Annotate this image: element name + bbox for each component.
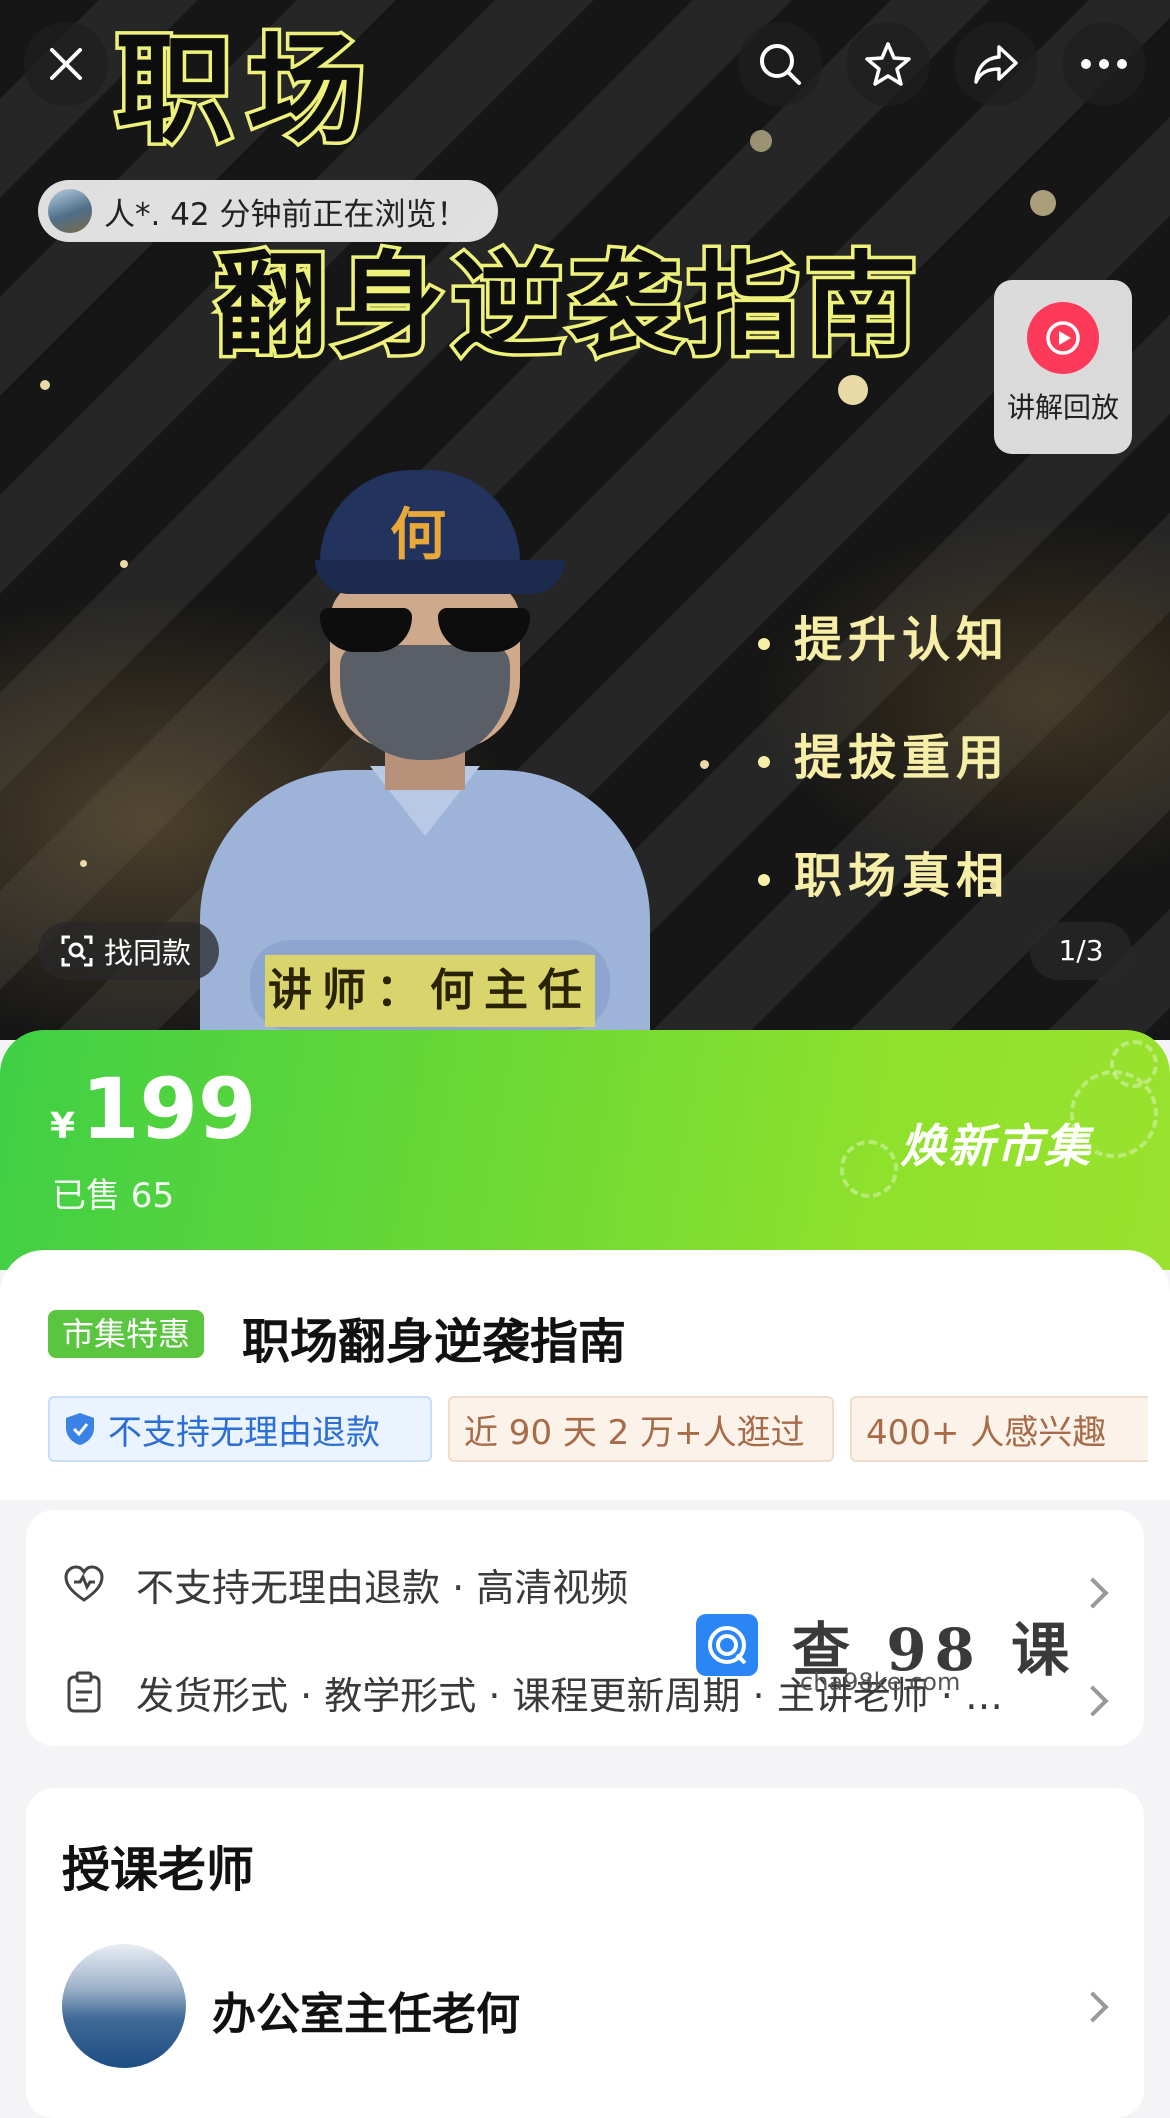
lecturer-caption: 讲师：何主任 bbox=[265, 955, 595, 1027]
image-page-indicator: 1/3 bbox=[1030, 922, 1132, 980]
banner-bullet: 提升认知 bbox=[758, 600, 1010, 718]
visitors-label: 近 90 天 2 万+人逛过 bbox=[464, 1412, 805, 1453]
currency-symbol: ¥ bbox=[50, 1106, 76, 1147]
replay-icon bbox=[1027, 302, 1099, 374]
recent-viewer-text: 人*. 42 分钟前正在浏览！ bbox=[104, 196, 468, 233]
product-info-card bbox=[0, 1250, 1170, 1500]
refund-policy-label: 不支持无理由退款 bbox=[108, 1412, 380, 1453]
scan-icon bbox=[61, 935, 93, 967]
close-button[interactable] bbox=[24, 22, 108, 106]
service-row-text: 不支持无理由退款 · 高清视频 bbox=[136, 1565, 629, 1610]
sparkle bbox=[750, 130, 772, 152]
find-similar-button[interactable]: 找同款 bbox=[38, 922, 220, 980]
close-icon bbox=[50, 48, 82, 80]
sparkle bbox=[700, 760, 709, 769]
recent-viewer-banner: 人*. 42 分钟前正在浏览！ bbox=[38, 180, 498, 242]
teacher-section-title: 授课老师 bbox=[62, 1842, 255, 1898]
more-icon bbox=[1081, 59, 1127, 69]
banner-title-line1: 职场 bbox=[111, 18, 380, 163]
interested-chip: 400+ 人感兴趣 bbox=[850, 1396, 1148, 1462]
teacher-card: 授课老师 办公室主任老何 bbox=[26, 1788, 1144, 2118]
share-icon bbox=[974, 45, 1018, 84]
banner-bullet-list: 提升认知 提拔重用 职场真相 bbox=[758, 600, 1010, 954]
sold-count: 已售 65 bbox=[52, 1176, 175, 1216]
service-row[interactable]: 不支持无理由退款 · 高清视频 bbox=[62, 1554, 628, 1614]
chevron-right-icon bbox=[1077, 1991, 1109, 2023]
promo-tag: 市集特惠 bbox=[48, 1310, 205, 1358]
banner-bullet: 提拔重用 bbox=[758, 718, 1010, 836]
sparkle bbox=[838, 375, 868, 405]
refund-policy-chip[interactable]: 不支持无理由退款 bbox=[48, 1396, 432, 1462]
sparkle bbox=[120, 560, 128, 568]
shield-icon bbox=[66, 1413, 94, 1445]
clipboard-icon bbox=[67, 1671, 101, 1713]
watermark-url: cha98ke.com bbox=[800, 1668, 961, 1696]
search-button[interactable] bbox=[738, 22, 822, 106]
interested-label: 400+ 人感兴趣 bbox=[866, 1412, 1107, 1453]
product-image-carousel[interactable]: 职场 翻身逆袭指南 何 提升认知 提拔重用 职场真相 讲师：何主任 bbox=[0, 0, 1170, 1040]
banner-bullet: 职场真相 bbox=[758, 836, 1010, 954]
product-title: 职场翻身逆袭指南 bbox=[242, 1314, 627, 1370]
search-icon bbox=[760, 44, 801, 85]
cap-logo: 何 bbox=[390, 502, 446, 568]
sparkle bbox=[80, 860, 87, 867]
sparkle bbox=[40, 380, 50, 390]
teacher-name[interactable]: 办公室主任老何 bbox=[212, 1978, 520, 2042]
price-value: 199 bbox=[81, 1060, 257, 1158]
share-button[interactable] bbox=[954, 22, 1038, 106]
find-similar-label: 找同款 bbox=[104, 936, 192, 970]
price: ¥199 bbox=[50, 1060, 256, 1158]
chevron-right-icon bbox=[1077, 1685, 1109, 1717]
replay-label: 讲解回放 bbox=[1006, 391, 1119, 424]
chevron-right-icon bbox=[1077, 1577, 1109, 1609]
teacher-avatar[interactable] bbox=[62, 1944, 186, 2068]
heart-shield-icon bbox=[64, 1565, 104, 1602]
watermark-logo-icon bbox=[696, 1614, 758, 1676]
brand-logo-text: 焕新市集 bbox=[900, 1119, 1092, 1173]
favorite-button[interactable] bbox=[846, 22, 930, 106]
sparkle bbox=[1030, 190, 1056, 216]
visitors-chip: 近 90 天 2 万+人逛过 bbox=[448, 1396, 834, 1462]
more-button[interactable] bbox=[1062, 22, 1146, 106]
explain-replay-button[interactable]: 讲解回放 bbox=[994, 280, 1132, 454]
viewer-avatar bbox=[48, 189, 92, 233]
star-icon bbox=[865, 42, 911, 86]
